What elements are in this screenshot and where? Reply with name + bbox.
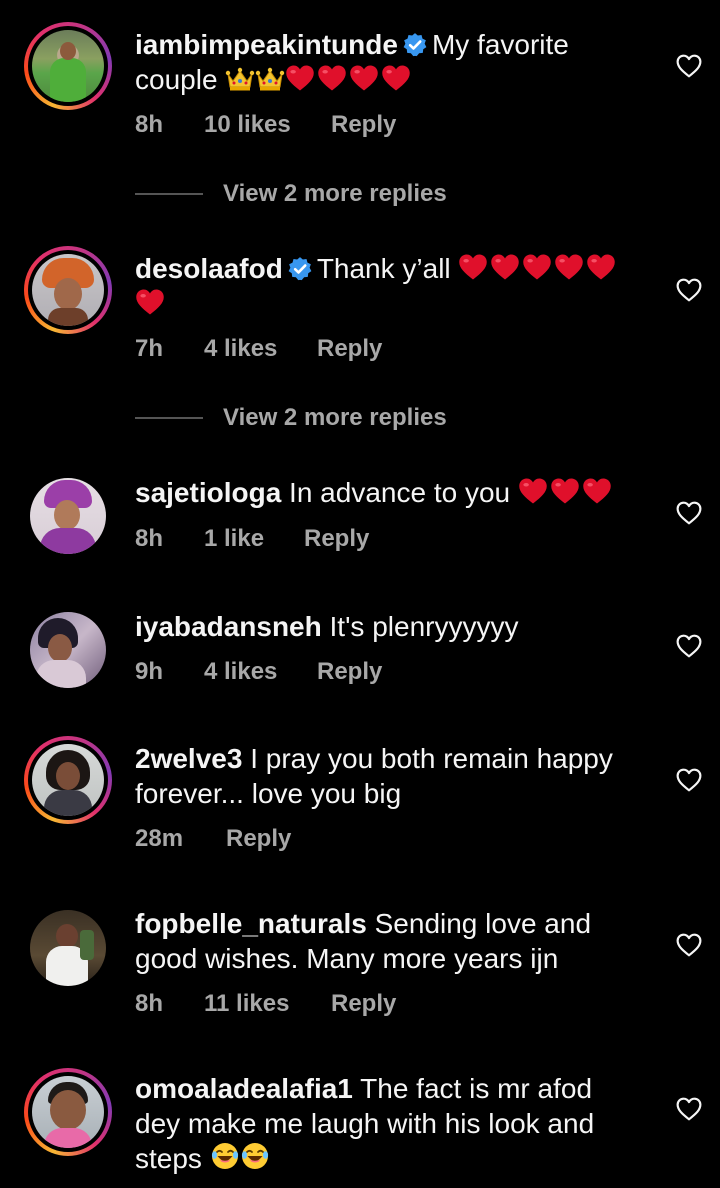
comment-emojis bbox=[518, 477, 614, 508]
heart-emoji-icon bbox=[582, 477, 612, 505]
comment-username[interactable]: desolaafod bbox=[135, 253, 283, 284]
comment-time: 8h bbox=[135, 525, 164, 552]
like-count[interactable]: 1 like bbox=[204, 525, 304, 553]
comment-body: Thank y’all bbox=[316, 253, 451, 284]
comment-text: fopbelle_naturals Sending love and good … bbox=[135, 906, 635, 976]
heart-emoji-icon bbox=[518, 477, 548, 505]
comment-meta: 9h 4 likes Reply bbox=[135, 658, 382, 686]
avatar[interactable] bbox=[24, 22, 112, 110]
avatar-photo bbox=[30, 478, 106, 554]
view-replies-button[interactable]: View 2 more replies bbox=[135, 404, 447, 432]
comment-emojis bbox=[225, 64, 413, 95]
avatar[interactable] bbox=[24, 736, 112, 824]
like-count[interactable]: 11 likes bbox=[204, 990, 331, 1018]
reply-button[interactable]: Reply bbox=[226, 825, 291, 853]
avatar[interactable] bbox=[24, 246, 112, 334]
comment-username[interactable]: iambimpeakintunde bbox=[135, 29, 398, 60]
heart-outline-icon[interactable] bbox=[676, 501, 702, 525]
view-replies-label: View 2 more replies bbox=[223, 404, 447, 431]
heart-outline-icon[interactable] bbox=[676, 1097, 702, 1121]
view-replies-label: View 2 more replies bbox=[223, 180, 447, 207]
reply-button[interactable]: Reply bbox=[317, 658, 382, 686]
heart-emoji-icon bbox=[349, 64, 379, 92]
comment-text: omoaladealafia1 The fact is mr afod dey … bbox=[135, 1071, 635, 1176]
avatar[interactable] bbox=[24, 606, 112, 694]
comment-time: 28m bbox=[135, 825, 184, 852]
comment-text: iambimpeakintunde My favorite couple bbox=[135, 27, 635, 97]
divider-line bbox=[135, 193, 203, 195]
comment-username[interactable]: fopbelle_naturals bbox=[135, 908, 367, 939]
verified-badge-icon bbox=[287, 256, 313, 282]
like-count[interactable]: 4 likes bbox=[204, 658, 317, 686]
avatar[interactable] bbox=[24, 904, 112, 992]
avatar-photo bbox=[30, 910, 106, 986]
view-replies-button[interactable]: View 2 more replies bbox=[135, 180, 447, 208]
comment-meta: 28m Reply bbox=[135, 825, 291, 853]
heart-outline-icon[interactable] bbox=[676, 933, 702, 957]
heart-emoji-icon bbox=[135, 288, 165, 316]
comment-time: 7h bbox=[135, 335, 164, 362]
comment-body: In advance to you bbox=[289, 477, 511, 508]
comment-time: 8h bbox=[135, 111, 164, 138]
heart-emoji-icon bbox=[317, 64, 347, 92]
comment-meta: 8h 10 likes Reply bbox=[135, 111, 396, 139]
crown-emoji-icon bbox=[225, 66, 255, 92]
comment-meta: 8h 11 likes Reply bbox=[135, 990, 396, 1018]
avatar-photo bbox=[32, 30, 104, 102]
heart-emoji-icon bbox=[586, 253, 616, 281]
reply-button[interactable]: Reply bbox=[331, 111, 396, 139]
avatar[interactable] bbox=[24, 1068, 112, 1156]
heart-outline-icon[interactable] bbox=[676, 54, 702, 78]
heart-outline-icon[interactable] bbox=[676, 634, 702, 658]
comment-meta: 8h 1 like Reply bbox=[135, 525, 369, 553]
comment-text: sajetiologa In advance to you bbox=[135, 475, 635, 510]
comment-meta: 7h 4 likes Reply bbox=[135, 335, 382, 363]
comment-time: 8h bbox=[135, 990, 164, 1017]
comment-body: It's plenryyyyyy bbox=[329, 611, 519, 642]
avatar-photo bbox=[32, 254, 104, 326]
heart-emoji-icon bbox=[458, 253, 488, 281]
heart-emoji-icon bbox=[522, 253, 552, 281]
heart-emoji-icon bbox=[490, 253, 520, 281]
laughing-emoji-icon bbox=[240, 1141, 270, 1171]
like-count[interactable]: 4 likes bbox=[204, 335, 317, 363]
crown-emoji-icon bbox=[255, 66, 285, 92]
reply-button[interactable]: Reply bbox=[317, 335, 382, 363]
comment-username[interactable]: sajetiologa bbox=[135, 477, 281, 508]
reply-button[interactable]: Reply bbox=[331, 990, 396, 1018]
laughing-emoji-icon bbox=[210, 1141, 240, 1171]
heart-outline-icon[interactable] bbox=[676, 278, 702, 302]
heart-emoji-icon bbox=[285, 64, 315, 92]
comment-username[interactable]: 2welve3 bbox=[135, 743, 242, 774]
heart-emoji-icon bbox=[550, 477, 580, 505]
heart-emoji-icon bbox=[381, 64, 411, 92]
comment-text: 2welve3 I pray you both remain happy for… bbox=[135, 741, 635, 811]
comment-username[interactable]: iyabadansneh bbox=[135, 611, 322, 642]
avatar-photo bbox=[32, 1076, 104, 1148]
like-count[interactable]: 10 likes bbox=[204, 111, 331, 139]
comment-username[interactable]: omoaladealafia1 bbox=[135, 1073, 353, 1104]
avatar[interactable] bbox=[24, 472, 112, 560]
reply-button[interactable]: Reply bbox=[304, 525, 369, 553]
comment-text: iyabadansneh It's plenryyyyyy bbox=[135, 609, 635, 644]
avatar-photo bbox=[30, 612, 106, 688]
comment-text: desolaafod Thank y’all bbox=[135, 251, 635, 321]
comment-time: 9h bbox=[135, 658, 164, 685]
verified-badge-icon bbox=[402, 32, 428, 58]
heart-outline-icon[interactable] bbox=[676, 768, 702, 792]
divider-line bbox=[135, 417, 203, 419]
avatar-photo bbox=[32, 744, 104, 816]
heart-emoji-icon bbox=[554, 253, 584, 281]
comment-emojis bbox=[210, 1143, 270, 1174]
